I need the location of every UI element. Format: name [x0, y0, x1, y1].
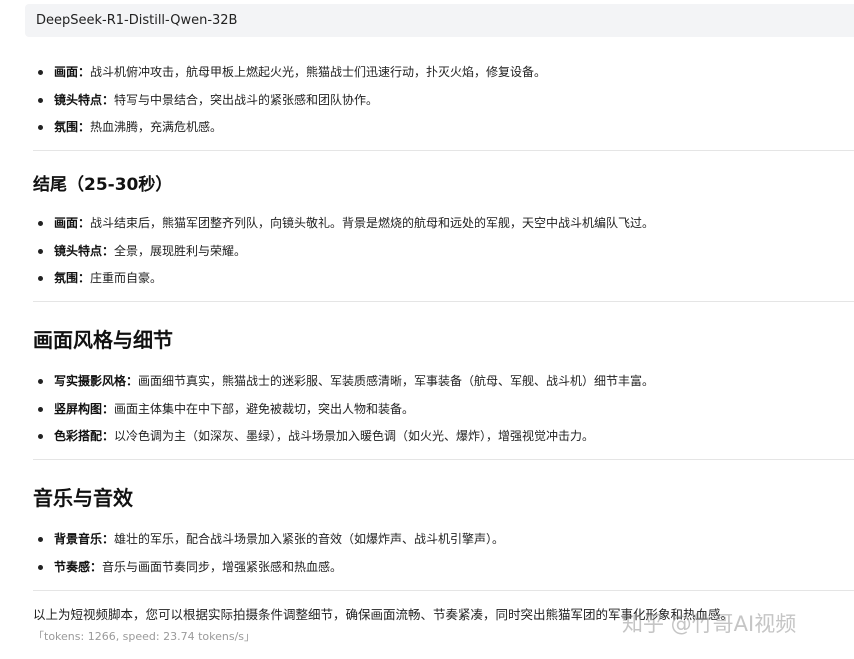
item-text: 画面主体集中在中下部，避免被裁切，突出人物和装备。: [114, 401, 415, 416]
item-text: 热血沸腾，充满危机感。: [90, 120, 223, 134]
item-label: 色彩搭配: [54, 429, 103, 443]
item-label: 节奏感: [54, 559, 91, 574]
list-item: 镜头特点：全景，展现胜利与荣耀。: [35, 243, 845, 259]
section-heading-style: 画面风格与细节: [33, 328, 173, 352]
style-list: 写实摄影风格：画面细节真实，熊猫战士的迷彩服、军装质感清晰，军事装备（航母、军舰…: [35, 373, 845, 456]
divider: [33, 459, 854, 460]
item-label: 画面: [54, 216, 79, 230]
list-item: 竖屏构图：画面主体集中在中下部，避免被裁切，突出人物和装备。: [35, 401, 845, 417]
item-text: 画面细节真实，熊猫战士的迷彩服、军装质感清晰，军事装备（航母、军舰、战斗机）细节…: [138, 374, 655, 388]
list-item: 画面：战斗机俯冲攻击，航母甲板上燃起火光，熊猫战士们迅速行动，扑灭火焰，修复设备…: [35, 64, 845, 80]
list-item: 氛围：热血沸腾，充满危机感。: [35, 119, 845, 135]
list-item: 背景音乐：雄壮的军乐，配合战斗场景加入紧张的音效（如爆炸声、战斗机引擎声）。: [35, 531, 845, 547]
section-heading-audio: 音乐与音效: [33, 486, 133, 510]
list-item: 氛围：庄重而自豪。: [35, 270, 845, 286]
item-label: 竖屏构图: [54, 401, 103, 416]
audio-list: 背景音乐：雄壮的军乐，配合战斗场景加入紧张的音效（如爆炸声、战斗机引擎声）。 节…: [35, 531, 845, 586]
item-text: 以冷色调为主（如深灰、墨绿），战斗场景加入暖色调（如火光、爆炸），增强视觉冲击力…: [114, 429, 595, 443]
item-label: 画面: [54, 65, 79, 79]
divider: [33, 590, 854, 591]
item-text: 雄壮的军乐，配合战斗场景加入紧张的音效（如爆炸声、战斗机引擎声）。: [114, 532, 505, 546]
item-text: 音乐与画面节奏同步，增强紧张感和热血感。: [102, 559, 343, 574]
list-item: 画面：战斗结束后，熊猫军团整齐列队，向镜头敬礼。背景是燃烧的航母和远处的军舰，天…: [35, 215, 845, 231]
item-text: 全景，展现胜利与荣耀。: [114, 243, 247, 258]
item-text: 战斗结束后，熊猫军团整齐列队，向镜头敬礼。背景是燃烧的航母和远处的军舰，天空中战…: [90, 216, 655, 230]
response-content: 画面：战斗机俯冲攻击，航母甲板上燃起火光，熊猫战士们迅速行动，扑灭火焰，修复设备…: [0, 0, 854, 659]
list-item: 节奏感：音乐与画面节奏同步，增强紧张感和热血感。: [35, 559, 845, 575]
item-text: 战斗机俯冲攻击，航母甲板上燃起火光，熊猫战士们迅速行动，扑灭火焰，修复设备。: [90, 65, 547, 79]
battle-list: 画面：战斗机俯冲攻击，航母甲板上燃起火光，熊猫战士们迅速行动，扑灭火焰，修复设备…: [35, 64, 845, 147]
divider: [33, 301, 854, 302]
item-text: 特写与中景结合，突出战斗的紧张感和团队协作。: [114, 92, 379, 107]
list-item: 写实摄影风格：画面细节真实，熊猫战士的迷彩服、军装质感清晰，军事装备（航母、军舰…: [35, 373, 845, 389]
section-heading-ending: 结尾（25-30秒）: [33, 175, 173, 195]
ending-list: 画面：战斗结束后，熊猫军团整齐列队，向镜头敬礼。背景是燃烧的航母和远处的军舰，天…: [35, 215, 845, 298]
list-item: 色彩搭配：以冷色调为主（如深灰、墨绿），战斗场景加入暖色调（如火光、爆炸），增强…: [35, 428, 845, 444]
item-text: 庄重而自豪。: [90, 271, 163, 285]
item-label: 镜头特点: [54, 92, 103, 107]
item-label: 镜头特点: [54, 243, 103, 258]
item-label: 氛围: [54, 271, 79, 285]
divider: [33, 150, 854, 151]
item-label: 写实摄影风格: [54, 374, 127, 388]
list-item: 镜头特点：特写与中景结合，突出战斗的紧张感和团队协作。: [35, 92, 845, 108]
item-label: 氛围: [54, 120, 79, 134]
item-label: 背景音乐: [54, 532, 103, 546]
watermark: 知乎 @竹哥AI视频: [622, 612, 797, 636]
token-stats: 「tokens: 1266, speed: 23.74 tokens/s」: [33, 630, 256, 643]
